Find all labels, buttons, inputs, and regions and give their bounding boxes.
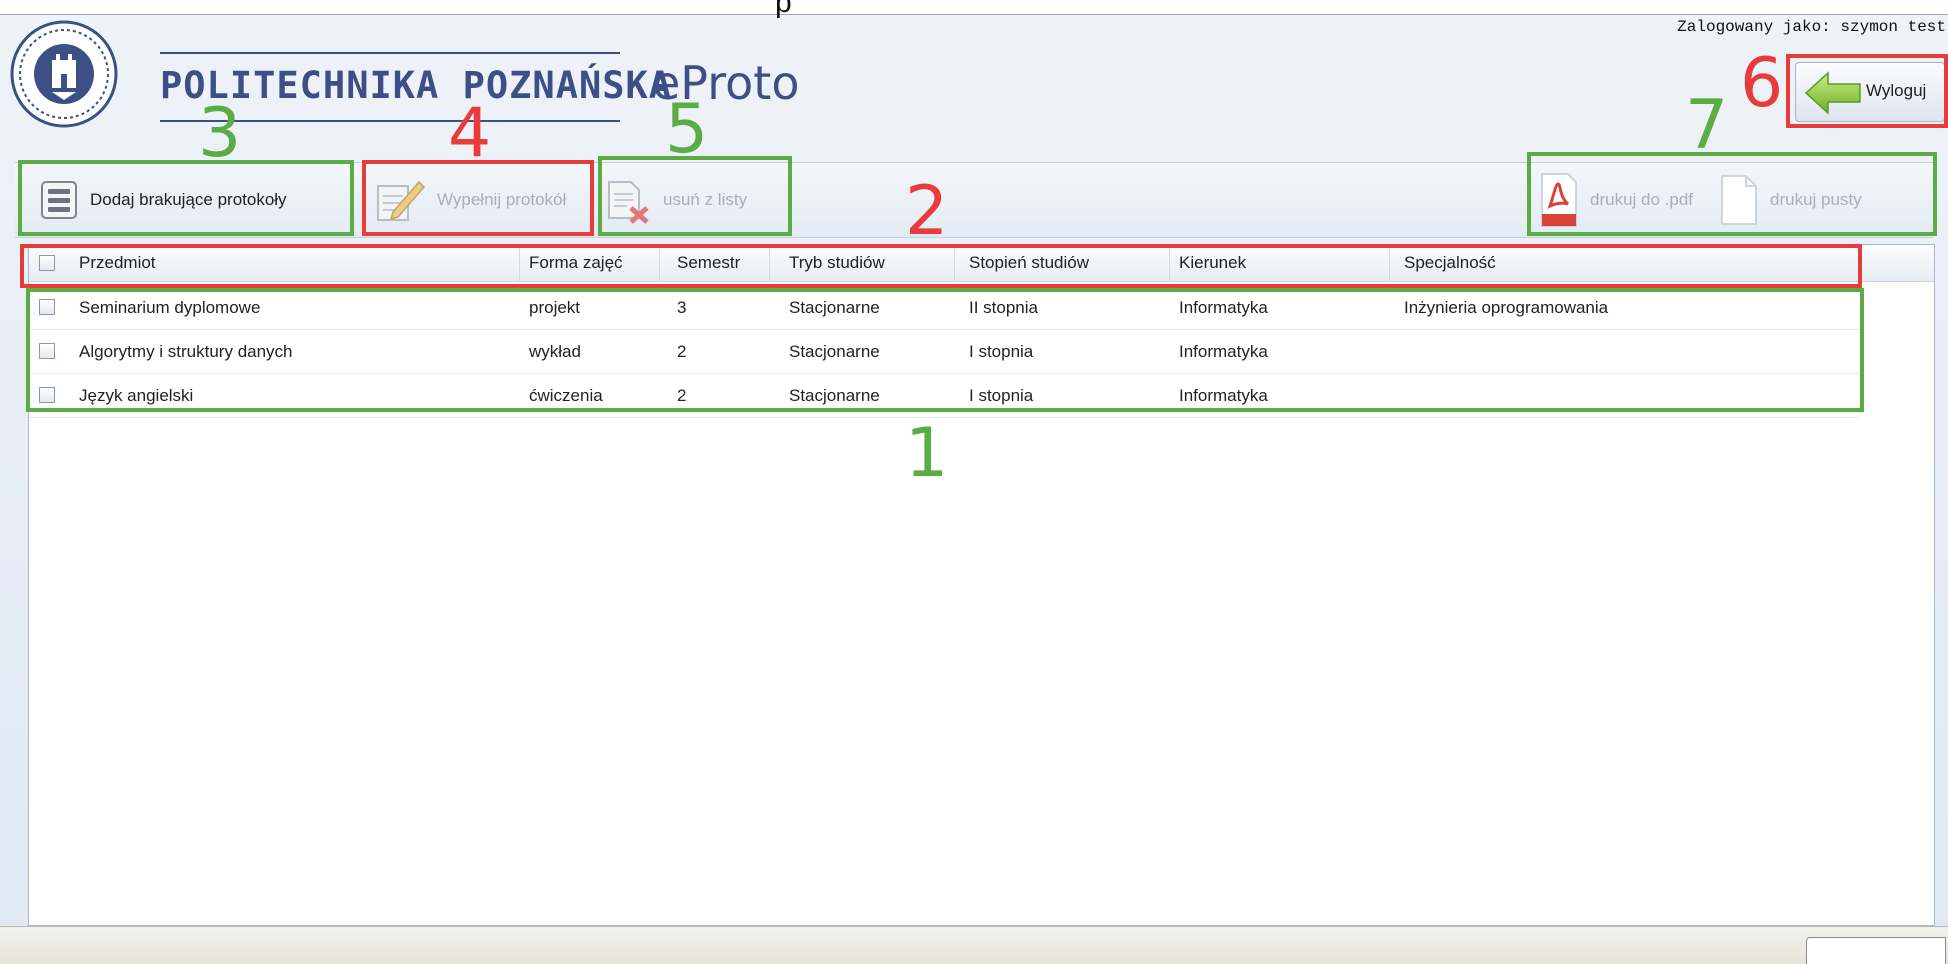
cell-study-level: I stopnia <box>969 386 1034 405</box>
grid-header: Przedmiot Forma zajęć Semestr Tryb studi… <box>29 245 1934 282</box>
table-row[interactable]: Algorytmy i struktury danych wykład 2 St… <box>29 331 1859 374</box>
annotation-number-5: 5 <box>665 90 709 169</box>
arrow-left-icon <box>1804 71 1861 115</box>
document-delete-icon <box>608 181 649 224</box>
cell-specialization: Inżynieria oprogramowania <box>1404 298 1609 317</box>
protocols-grid: Przedmiot Forma zajęć Semestr Tryb studi… <box>28 244 1935 926</box>
column-header-study-mode[interactable]: Tryb studiów <box>789 245 885 281</box>
university-seal-logo <box>10 20 118 128</box>
table-row[interactable]: Seminarium dyplomowe projekt 3 Stacjonar… <box>29 287 1859 330</box>
cell-study-mode: Stacjonarne <box>789 342 880 361</box>
column-separator <box>659 245 660 281</box>
cell-semester: 2 <box>677 386 687 405</box>
toolbar: Dodaj brakujące protokoły Wypełnij proto… <box>15 162 1933 238</box>
column-header-study-level[interactable]: Stopień studiów <box>969 245 1089 281</box>
column-separator <box>769 245 770 281</box>
annotation-number-1: 1 <box>905 414 949 493</box>
select-all-checkbox[interactable] <box>39 255 55 271</box>
blank-page-icon <box>1721 175 1757 225</box>
annotation-number-7: 7 <box>1685 86 1729 165</box>
row-checkbox[interactable] <box>39 387 55 403</box>
column-header-class-form[interactable]: Forma zajęć <box>529 245 623 281</box>
eproto-window: p Zalogowany jako: szymon test POLITECHN… <box>0 0 1948 964</box>
remove-from-list-label: usuń z listy <box>663 190 748 209</box>
fill-protocol-button[interactable]: Wypełnij protokół <box>375 163 566 237</box>
list-icon <box>41 181 77 219</box>
cell-study-level: I stopnia <box>969 342 1034 361</box>
cropped-heading-fragment: p <box>775 0 792 19</box>
pencil-document-icon <box>377 180 425 221</box>
column-separator <box>954 245 955 281</box>
add-missing-protocols-button[interactable]: Dodaj brakujące protokoły <box>40 163 287 237</box>
cell-field: Informatyka <box>1179 386 1268 405</box>
column-header-semester[interactable]: Semestr <box>677 245 740 281</box>
column-separator <box>1389 245 1390 281</box>
column-separator <box>519 245 520 281</box>
column-header-specialization[interactable]: Specjalność <box>1404 245 1496 281</box>
brand-top-rule <box>160 52 620 54</box>
logged-in-label: Zalogowany jako: szymon test <box>1677 18 1946 36</box>
annotation-number-2: 2 <box>905 172 949 251</box>
cell-study-mode: Stacjonarne <box>789 298 880 317</box>
top-edge <box>0 0 1948 15</box>
cell-semester: 3 <box>677 298 687 317</box>
print-empty-button[interactable]: drukuj pusty <box>1720 163 1862 237</box>
cell-subject: Algorytmy i struktury danych <box>79 342 293 361</box>
column-header-field[interactable]: Kierunek <box>1179 245 1246 281</box>
cell-study-mode: Stacjonarne <box>789 386 880 405</box>
cell-field: Informatyka <box>1179 298 1268 317</box>
cell-subject: Język angielski <box>79 386 194 405</box>
cell-field: Informatyka <box>1179 342 1268 361</box>
table-row[interactable]: Język angielski ćwiczenia 2 Stacjonarne … <box>29 375 1859 418</box>
annotation-number-6: 6 <box>1740 44 1784 123</box>
add-missing-protocols-label: Dodaj brakujące protokoły <box>90 190 287 209</box>
row-checkbox[interactable] <box>39 343 55 359</box>
logout-label: Wyloguj <box>1866 81 1927 100</box>
remove-from-list-button[interactable]: usuń z listy <box>605 163 747 237</box>
print-pdf-label: drukuj do .pdf <box>1590 190 1694 209</box>
print-empty-label: drukuj pusty <box>1770 190 1862 209</box>
column-separator <box>1169 245 1170 281</box>
cell-class-form: projekt <box>529 298 581 317</box>
cell-semester: 2 <box>677 342 687 361</box>
column-header-subject[interactable]: Przedmiot <box>79 245 156 281</box>
logout-button[interactable]: Wyloguj <box>1795 62 1945 122</box>
print-pdf-button[interactable]: drukuj do .pdf <box>1540 163 1693 237</box>
cell-class-form: ćwiczenia <box>529 386 603 405</box>
annotation-number-3: 3 <box>198 94 242 173</box>
cell-subject: Seminarium dyplomowe <box>79 298 261 317</box>
annotation-number-4: 4 <box>448 94 492 173</box>
cell-study-level: II stopnia <box>969 298 1038 317</box>
status-bar <box>0 926 1948 964</box>
row-checkbox[interactable] <box>39 299 55 315</box>
pdf-icon <box>1541 173 1577 227</box>
status-field <box>1806 937 1946 964</box>
cell-class-form: wykład <box>529 342 581 361</box>
fill-protocol-label: Wypełnij protokół <box>437 190 567 209</box>
